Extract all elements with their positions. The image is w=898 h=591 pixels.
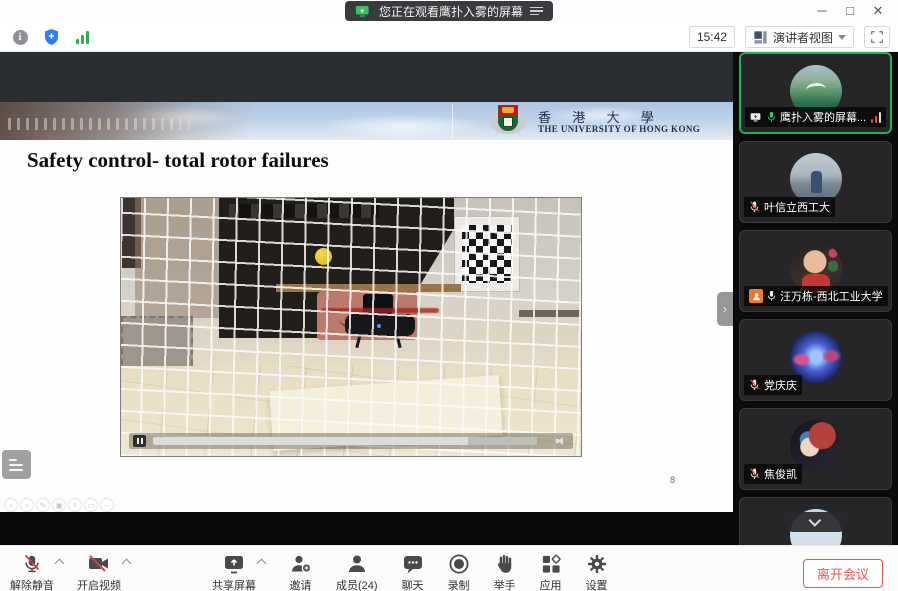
poor-signal-icon: [871, 112, 882, 123]
host-badge-icon: [749, 289, 763, 303]
close-button[interactable]: ✕: [864, 0, 892, 22]
bottom-toolbar: 解除静音 开启视频: [0, 545, 898, 591]
main-area: 香 港 大 學 THE UNIVERSITY OF HONG KONG Safe…: [0, 52, 898, 545]
security-shield-icon[interactable]: [40, 26, 62, 48]
mic-on-icon: [767, 111, 776, 123]
chevron-down-icon: [808, 514, 821, 527]
sidebar-collapse-handle[interactable]: ›: [717, 292, 733, 326]
leave-meeting-button[interactable]: 离开会议: [803, 559, 883, 588]
watching-banner-text: 您正在观看鹰扑入雾的屏幕: [379, 3, 523, 20]
apps-grid-icon: [540, 553, 562, 575]
apps-button[interactable]: 应用: [540, 552, 562, 591]
slide-title: Safety control- total rotor failures: [27, 148, 329, 173]
window-controls: ─ □ ✕: [808, 0, 892, 22]
prev-slide-icon[interactable]: ‹: [4, 498, 18, 512]
highlighter-icon[interactable]: ▣: [52, 498, 66, 512]
members-icon: [346, 553, 368, 575]
pen-icon[interactable]: ✎: [36, 498, 50, 512]
invite-button[interactable]: 邀请: [289, 552, 312, 591]
safety-net: [121, 198, 581, 456]
record-button[interactable]: 录制: [448, 552, 470, 591]
view-mode-label: 演讲者视图: [773, 29, 833, 46]
slide-page-number: 8: [670, 475, 675, 485]
layout-icon: [753, 30, 768, 45]
participant-name: 鹰扑入雾的屏幕...: [780, 109, 866, 125]
more-options-icon[interactable]: ⋯: [100, 498, 114, 512]
next-slide-icon[interactable]: ›: [20, 498, 34, 512]
participant-tile[interactable]: 党庆庆: [739, 319, 892, 401]
participants-sidebar: 鹰扑入雾的屏幕... 叶信立西工大: [733, 52, 898, 545]
invite-person-icon: [289, 553, 312, 575]
shared-screen-view: 香 港 大 學 THE UNIVERSITY OF HONG KONG Safe…: [0, 52, 733, 545]
participant-name: 叶信立西工大: [764, 199, 830, 215]
network-signal-icon[interactable]: [71, 26, 93, 48]
unmute-button[interactable]: 解除静音: [10, 552, 54, 591]
participant-name: 汪万栋-西北工业大学: [780, 288, 883, 304]
mic-muted-icon: [749, 468, 760, 480]
mic-muted-icon: [21, 553, 43, 575]
slide-header-banner: 香 港 大 學 THE UNIVERSITY OF HONG KONG: [0, 102, 733, 140]
volume-icon[interactable]: [556, 437, 565, 445]
mic-muted-icon: [749, 201, 760, 213]
pause-button[interactable]: [133, 435, 146, 447]
subtitle-icon[interactable]: ▭: [84, 498, 98, 512]
zoom-icon[interactable]: ⌕: [68, 498, 82, 512]
members-button[interactable]: 成员(24): [336, 552, 378, 591]
raise-hand-button[interactable]: 举手: [494, 552, 516, 591]
video-progress-bar[interactable]: [153, 437, 537, 445]
maximize-button[interactable]: □: [836, 0, 864, 22]
top-toolbar: i 15:42 演讲者视图: [0, 22, 898, 52]
sharing-screen-icon: [750, 112, 763, 123]
meeting-time: 15:42: [689, 26, 735, 48]
participant-name: 党庆庆: [764, 377, 797, 393]
screen-share-active-icon: [355, 5, 372, 18]
participant-name: 焦俊凯: [764, 466, 797, 482]
fullscreen-icon: [870, 30, 884, 44]
raised-hand-icon: [494, 553, 516, 575]
participant-tile-sharer[interactable]: 鹰扑入雾的屏幕...: [739, 52, 892, 134]
minimize-button[interactable]: ─: [808, 0, 836, 22]
view-mode-selector[interactable]: 演讲者视图: [745, 26, 854, 48]
chat-bubble-icon: [402, 553, 424, 575]
participant-tile[interactable]: 叶信立西工大: [739, 141, 892, 223]
watching-banner[interactable]: 您正在观看鹰扑入雾的屏幕: [345, 1, 553, 21]
mic-on-icon: [767, 290, 776, 302]
slideshow-controls: ‹ › ✎ ▣ ⌕ ▭ ⋯: [4, 498, 114, 512]
hku-crest: [489, 104, 527, 138]
university-name-en: THE UNIVERSITY OF HONG KONG: [538, 124, 700, 134]
annotation-toolbar-button[interactable]: [2, 450, 31, 479]
gear-icon: [586, 553, 608, 575]
drone-test-video[interactable]: [120, 197, 582, 457]
participant-tile[interactable]: 焦俊凯: [739, 408, 892, 490]
chevron-down-icon: [838, 35, 846, 40]
settings-button[interactable]: 设置: [586, 552, 608, 591]
meeting-info-icon[interactable]: i: [9, 26, 31, 48]
video-player-bar: [129, 433, 573, 449]
scroll-participants-button[interactable]: [784, 512, 848, 532]
participant-tile[interactable]: 汪万栋-西北工业大学: [739, 230, 892, 312]
share-screen-icon: [222, 553, 246, 575]
video-options-caret[interactable]: [122, 559, 132, 569]
fullscreen-button[interactable]: [864, 26, 890, 48]
record-icon: [448, 553, 470, 575]
start-video-button[interactable]: 开启视频: [77, 552, 121, 591]
mic-muted-icon: [749, 379, 760, 391]
letterbox-top: [0, 52, 733, 102]
title-bar: 您正在观看鹰扑入雾的屏幕 ─ □ ✕: [0, 0, 898, 22]
camera-off-icon: [87, 553, 111, 575]
presentation-slide: 香 港 大 學 THE UNIVERSITY OF HONG KONG Safe…: [0, 102, 733, 512]
banner-menu-icon[interactable]: [530, 7, 543, 16]
hku-building-photo: [0, 102, 250, 140]
chat-button[interactable]: 聊天: [402, 552, 424, 591]
meeting-window: 您正在观看鹰扑入雾的屏幕 ─ □ ✕ i 15:42: [0, 0, 898, 591]
share-screen-button[interactable]: 共享屏幕: [212, 552, 256, 591]
